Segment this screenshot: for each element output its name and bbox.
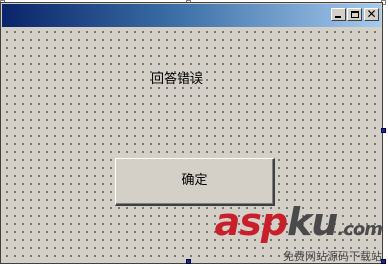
maximize-button[interactable] bbox=[347, 8, 362, 21]
maximize-icon bbox=[351, 11, 359, 18]
selection-handle-right-middle[interactable] bbox=[381, 128, 386, 133]
selection-handle-bottom-middle[interactable] bbox=[186, 259, 191, 264]
watermark-logo: aspku.com bbox=[214, 200, 383, 250]
watermark-com: .com bbox=[337, 219, 383, 240]
watermark-asp: asp bbox=[214, 200, 288, 244]
watermark: aspku.com 免费网站源码下载站 bbox=[214, 200, 383, 263]
close-icon: ✕ bbox=[366, 7, 377, 21]
designer-surface: { "form": { "title": "", "caption_button… bbox=[0, 0, 388, 266]
minimize-icon bbox=[335, 16, 341, 18]
caption-buttons: ✕ bbox=[330, 7, 379, 21]
close-button[interactable]: ✕ bbox=[364, 7, 379, 21]
minimize-button[interactable] bbox=[331, 8, 346, 21]
watermark-tagline: 免费网站源码下载站 bbox=[283, 250, 382, 263]
watermark-ku: ku bbox=[287, 200, 338, 244]
error-message-label: 回答错误 bbox=[151, 72, 204, 87]
ok-button[interactable]: 确定 bbox=[115, 158, 275, 206]
title-bar[interactable]: ✕ bbox=[2, 4, 381, 27]
